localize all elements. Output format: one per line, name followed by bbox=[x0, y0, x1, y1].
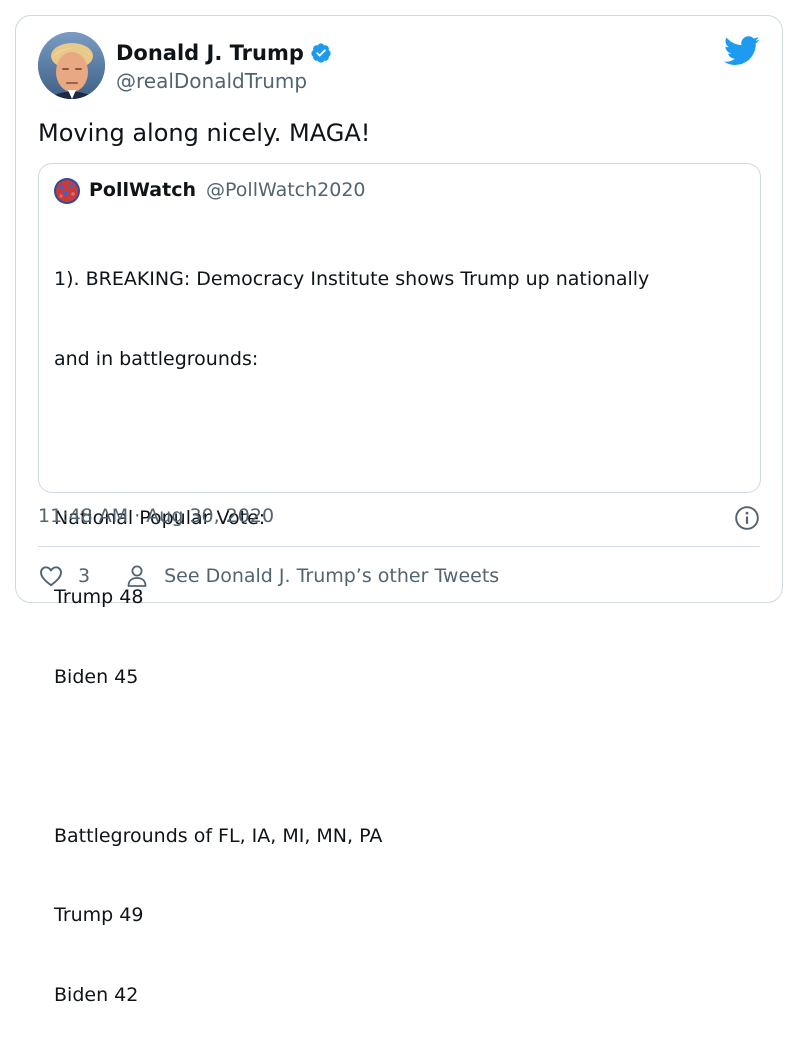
quoted-line: 1). BREAKING: Democracy Institute shows … bbox=[54, 268, 650, 290]
author-name[interactable]: Donald J. Trump bbox=[116, 41, 304, 65]
quoted-author-name[interactable]: PollWatch bbox=[89, 179, 196, 201]
tweet-timestamp[interactable]: 11:48 AM · Aug 30, 2020 bbox=[38, 505, 274, 527]
quoted-tweet[interactable]: PollWatch @PollWatch2020 1). BREAKING: D… bbox=[38, 163, 761, 1006]
tweet-text: Moving along nicely. MAGA! bbox=[38, 119, 371, 147]
twitter-bird-icon[interactable] bbox=[724, 36, 760, 66]
quoted-line: Battlegrounds of FL, IA, MI, MN, PA bbox=[54, 824, 383, 847]
other-tweets-link[interactable]: See Donald J. Trump’s other Tweets bbox=[126, 564, 499, 588]
quoted-line bbox=[54, 743, 744, 770]
info-icon[interactable] bbox=[734, 505, 760, 531]
like-count[interactable]: 3 bbox=[78, 565, 90, 587]
quoted-line: and in battlegrounds: bbox=[54, 347, 259, 370]
quoted-line: Biden 42 bbox=[54, 983, 139, 1006]
quoted-avatar[interactable] bbox=[54, 178, 80, 204]
quoted-tweet-body: 1). BREAKING: Democracy Institute shows … bbox=[54, 213, 744, 1061]
divider bbox=[38, 546, 760, 547]
heart-icon[interactable] bbox=[38, 563, 64, 589]
verified-badge-icon bbox=[310, 42, 332, 64]
quoted-author-row[interactable]: PollWatch @PollWatch2020 bbox=[89, 179, 366, 201]
tweet-card[interactable]: Donald J. Trump @realDonaldTrump Moving … bbox=[15, 15, 783, 1006]
quoted-line: Trump 49 bbox=[54, 904, 144, 926]
author-name-row[interactable]: Donald J. Trump bbox=[116, 41, 332, 65]
other-tweets-label[interactable]: See Donald J. Trump’s other Tweets bbox=[164, 565, 499, 587]
quoted-line: Biden 45 bbox=[54, 665, 139, 688]
author-handle[interactable]: @realDonaldTrump bbox=[116, 69, 307, 93]
quoted-line bbox=[54, 425, 744, 452]
author-avatar[interactable] bbox=[38, 32, 105, 99]
person-icon bbox=[126, 564, 148, 588]
actions-bar: 3 See Donald J. Trump’s other Tweets bbox=[38, 561, 499, 591]
quoted-author-handle[interactable]: @PollWatch2020 bbox=[206, 179, 365, 201]
